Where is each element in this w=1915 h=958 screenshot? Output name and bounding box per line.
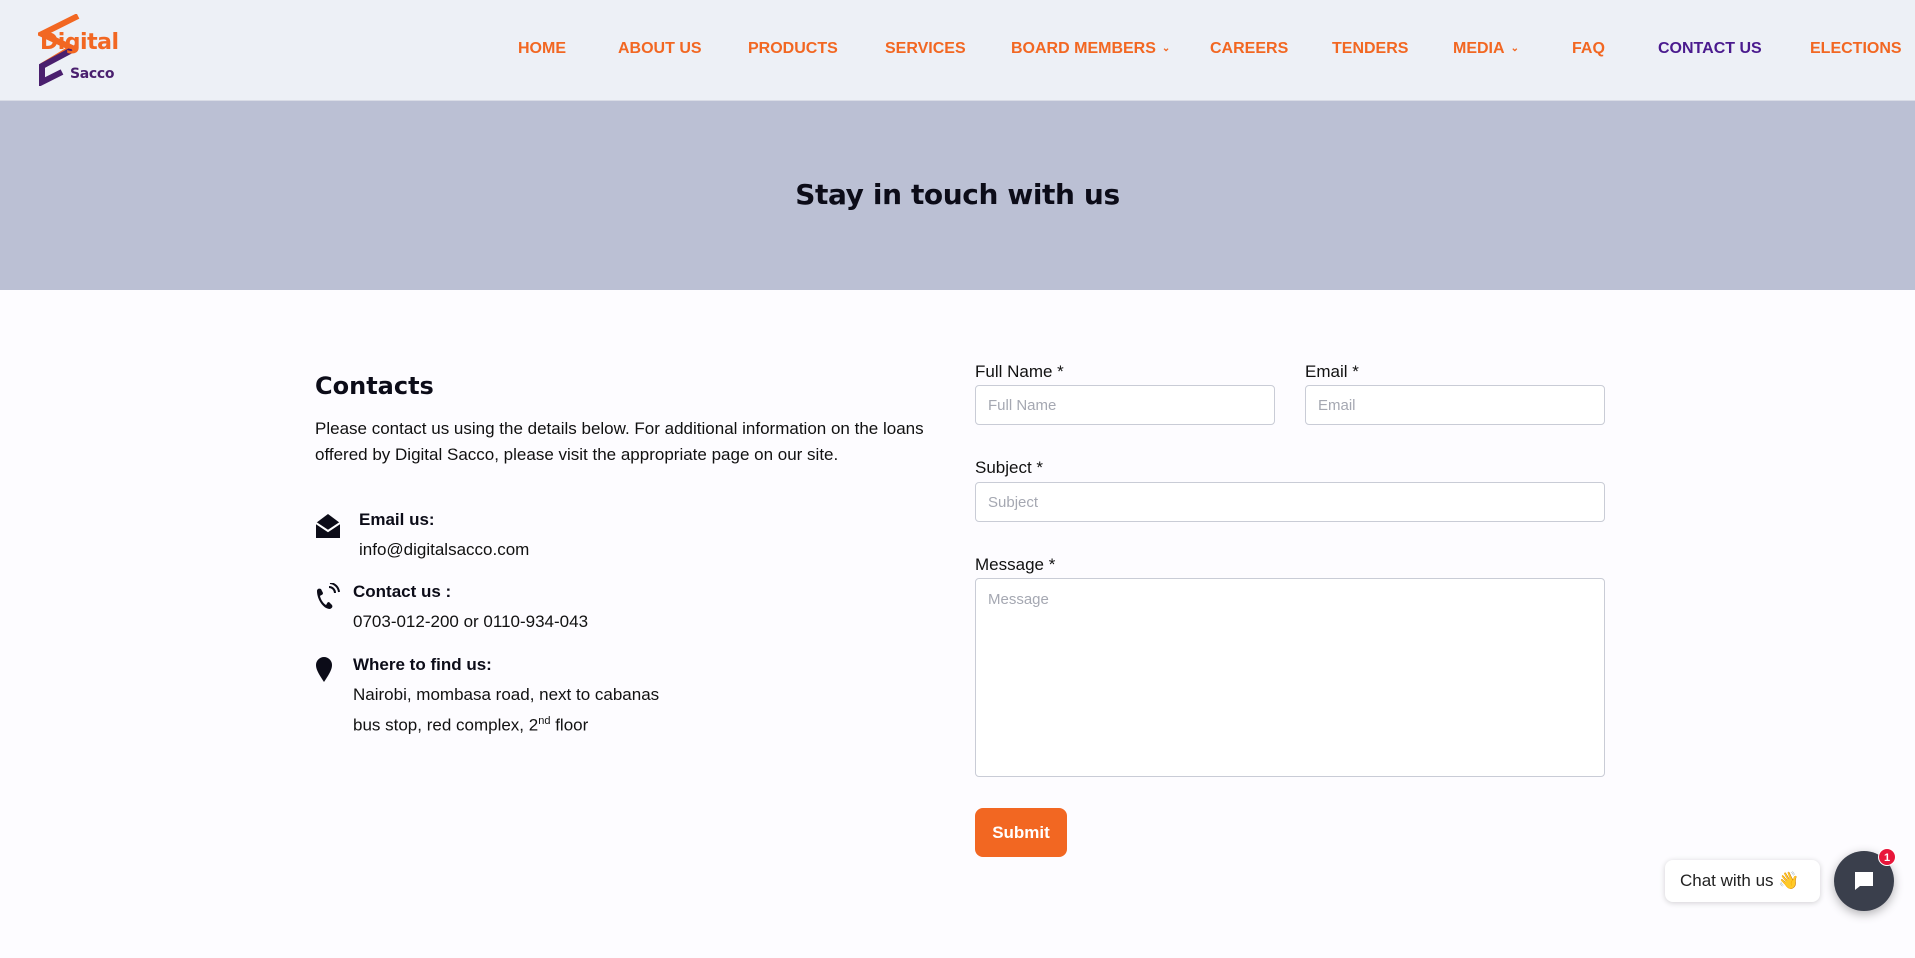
nav-elections[interactable]: ELECTIONS — [1810, 40, 1902, 58]
email-input[interactable] — [1305, 385, 1605, 425]
email-value[interactable]: info@digitalsacco.com — [359, 537, 529, 563]
logo-text-digital: Digital — [40, 30, 119, 55]
chat-bubble-icon — [1855, 872, 1873, 890]
nav-faq[interactable]: FAQ — [1572, 40, 1605, 58]
nav-board-members[interactable]: BOARD MEMBERS ⌄ — [1011, 40, 1170, 58]
logo-text-sacco: Sacco — [70, 66, 115, 82]
nav-services[interactable]: SERVICES — [885, 40, 966, 58]
location-line-2: bus stop, red complex, 2nd floor — [353, 715, 589, 735]
location-info: Where to find us: Nairobi, mombasa road,… — [315, 655, 715, 735]
email-info: Email us: info@digitalsacco.com — [315, 510, 715, 570]
contacts-description: Please contact us using the details belo… — [315, 419, 924, 464]
chat-prompt-bubble[interactable]: Chat with us 👋 — [1665, 860, 1820, 902]
email-label: Email * — [1305, 362, 1359, 381]
full-name-label: Full Name * — [975, 362, 1064, 381]
subject-label: Subject * — [975, 458, 1044, 477]
contacts-heading: Contacts — [315, 372, 434, 400]
location-label: Where to find us: — [353, 655, 492, 674]
message-label: Message * — [975, 555, 1056, 574]
map-pin-icon — [316, 657, 332, 682]
full-name-input[interactable] — [975, 385, 1275, 425]
nav-home[interactable]: HOME — [518, 40, 566, 58]
nav-about-us[interactable]: ABOUT US — [618, 40, 702, 58]
chevron-down-icon: ⌄ — [1510, 43, 1519, 54]
subject-input[interactable] — [975, 482, 1605, 522]
phone-ringing-icon — [317, 583, 340, 609]
nav-media[interactable]: MEDIA ⌄ — [1453, 40, 1519, 58]
site-header: Digital Sacco HOME ABOUT US PRODUCTS SER… — [0, 0, 1915, 101]
nav-contact-us[interactable]: CONTACT US — [1658, 40, 1762, 58]
phone-info: Contact us : 0703-012-200 or 0110-934-04… — [315, 582, 715, 642]
waving-hand-icon: 👋 — [1778, 871, 1800, 890]
chevron-down-icon: ⌄ — [1161, 43, 1171, 54]
submit-button[interactable]: Submit — [975, 808, 1067, 857]
hero-banner: Stay in touch with us — [0, 101, 1915, 290]
location-line-1: Nairobi, mombasa road, next to cabanas — [353, 685, 660, 704]
email-label: Email us: — [359, 510, 435, 529]
nav-products[interactable]: PRODUCTS — [748, 40, 838, 58]
message-textarea[interactable] — [975, 578, 1605, 777]
phone-value[interactable]: 0703-012-200 or 0110-934-043 — [353, 609, 588, 635]
nav-careers[interactable]: CAREERS — [1210, 40, 1288, 58]
envelope-open-icon — [315, 514, 341, 538]
notification-badge: 1 — [1878, 848, 1896, 866]
phone-label: Contact us : — [353, 582, 452, 601]
page-title: Stay in touch with us — [795, 178, 1120, 211]
nav-tenders[interactable]: TENDERS — [1332, 40, 1408, 58]
